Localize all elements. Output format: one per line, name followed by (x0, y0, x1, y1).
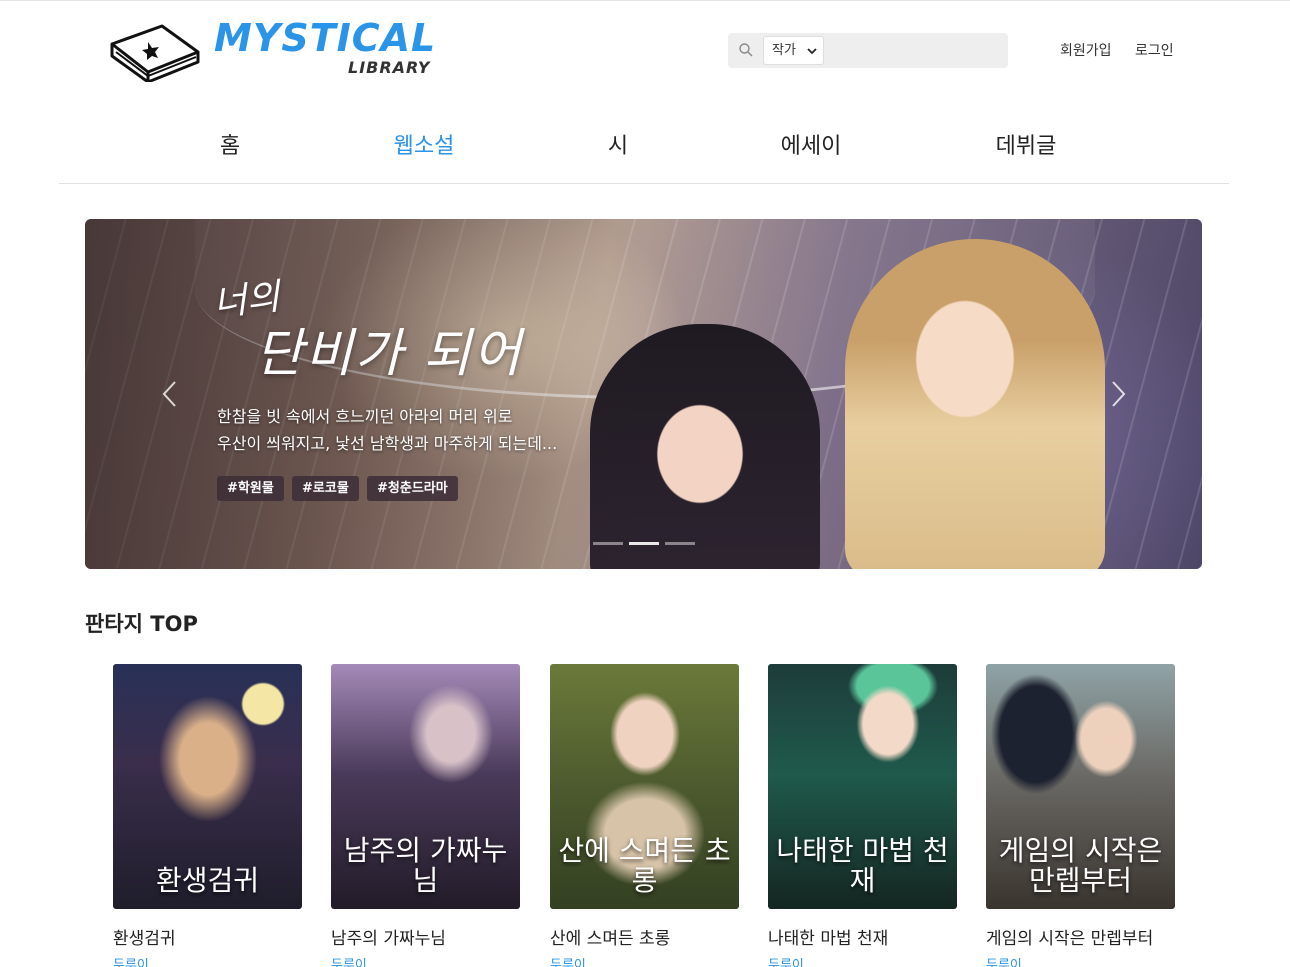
book-cover[interactable]: 게임의 시작은 만렙부터 (986, 664, 1175, 909)
book-cover-title: 산에 스며든 초롱 (558, 834, 731, 897)
logo-subtitle: LIBRARY (348, 58, 431, 77)
book-card[interactable]: 남주의 가짜누님 남주의 가짜누님 두루이 (331, 664, 520, 967)
banner-description-line1: 한참을 빗 속에서 흐느끼던 아라의 머리 위로 (217, 407, 513, 426)
book-cover[interactable]: 남주의 가짜누님 (331, 664, 520, 909)
carousel-indicator[interactable] (665, 542, 695, 545)
book-author[interactable]: 두루이 (768, 954, 957, 967)
book-card[interactable]: 나태한 마법 천재 나태한 마법 천재 두루이 (768, 664, 957, 967)
book-cover[interactable]: 환생검귀 (113, 664, 302, 909)
banner-carousel[interactable]: 너의 단비가 되어 한참을 빗 속에서 흐느끼던 아라의 머리 위로 우산이 씌… (85, 219, 1202, 569)
top-border (0, 0, 1290, 1)
chevron-right-icon[interactable] (1108, 379, 1128, 409)
book-card[interactable]: 게임의 시작은 만렙부터 게임의 시작은 만렙부터 두루이 (986, 664, 1175, 967)
login-link[interactable]: 로그인 (1135, 40, 1174, 60)
nav-webnovel[interactable]: 웹소설 (394, 128, 455, 160)
search-icon[interactable] (738, 42, 754, 58)
banner-tag[interactable]: #학원물 (217, 476, 284, 501)
book-cover-title: 환생검귀 (155, 863, 260, 897)
book-author[interactable]: 두루이 (986, 954, 1175, 967)
banner-tag[interactable]: #로코물 (292, 476, 359, 501)
book-author[interactable]: 두루이 (113, 954, 302, 967)
book-title[interactable]: 게임의 시작은 만렙부터 (986, 924, 1175, 949)
book-cover[interactable]: 산에 스며든 초롱 (550, 664, 739, 909)
site-logo[interactable]: MYSTICAL LIBRARY (106, 16, 436, 84)
book-author[interactable]: 두루이 (331, 954, 520, 967)
section-title: 판타지 TOP (85, 612, 198, 636)
book-card[interactable]: 산에 스며든 초롱 산에 스며든 초롱 두루이 (550, 664, 739, 967)
nav-essay[interactable]: 에세이 (781, 128, 842, 160)
nav-debut[interactable]: 데뷔글 (996, 128, 1057, 160)
search-filter-value: 작가 (772, 43, 796, 58)
book-cover[interactable]: 나태한 마법 천재 (768, 664, 957, 909)
banner-description-line2: 우산이 씌워지고, 낯선 남학생과 마주하게 되는데... (217, 434, 558, 453)
search-bar: 작가 (728, 33, 1008, 68)
book-icon (110, 24, 200, 82)
chevron-down-icon (807, 48, 817, 55)
book-title[interactable]: 나태한 마법 천재 (768, 924, 957, 949)
chevron-left-icon[interactable] (160, 379, 180, 409)
book-author[interactable]: 두루이 (550, 954, 739, 967)
book-cover-title: 게임의 시작은 만렙부터 (998, 834, 1163, 897)
book-title[interactable]: 남주의 가짜누님 (331, 924, 520, 949)
logo-title: MYSTICAL (214, 16, 437, 60)
nav-home[interactable]: 홈 (220, 128, 240, 160)
nav-poetry[interactable]: 시 (608, 128, 628, 160)
banner-character-boy (845, 239, 1105, 569)
book-cover-title: 남주의 가짜누님 (343, 834, 508, 897)
banner-tag[interactable]: #청춘드라마 (367, 476, 458, 501)
book-card[interactable]: 환생검귀 환생검귀 두루이 (113, 664, 302, 967)
nav-divider (59, 183, 1229, 184)
carousel-indicator-active[interactable] (629, 542, 659, 545)
book-title[interactable]: 산에 스며든 초롱 (550, 924, 739, 949)
book-cover-title: 나태한 마법 천재 (776, 834, 949, 897)
book-title[interactable]: 환생검귀 (113, 924, 302, 949)
signup-link[interactable]: 회원가입 (1060, 40, 1112, 60)
search-filter-select[interactable]: 작가 (763, 36, 824, 65)
carousel-indicator[interactable] (593, 542, 623, 545)
search-input[interactable] (828, 36, 1004, 65)
banner-headline-line2: 단비가 되어 (255, 324, 523, 384)
